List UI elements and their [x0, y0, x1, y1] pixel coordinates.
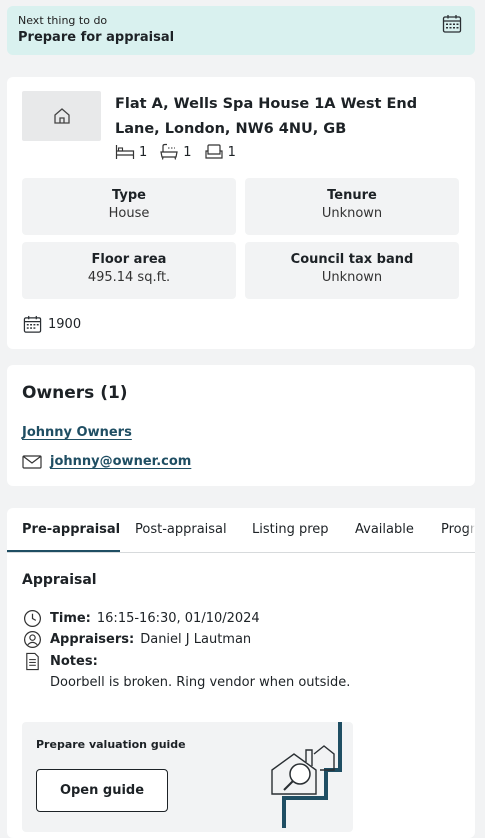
tabs-fade: [467, 508, 475, 552]
bed-icon: [115, 145, 135, 159]
tenure-label: Tenure: [327, 188, 377, 203]
tenure-value: Unknown: [321, 206, 383, 221]
time-value: 16:15-16:30, 01/10/2024: [96, 611, 260, 626]
owner-email-link[interactable]: johnny@owner.com: [50, 454, 191, 469]
year-built: 1900: [23, 315, 81, 334]
appraisal-time: Time: 16:15-16:30, 01/10/2024: [23, 609, 260, 628]
appraisers-value: Daniel J Lautman: [140, 632, 252, 647]
banner-subtitle: Next thing to do: [18, 14, 108, 27]
valuation-guide-panel: Prepare valuation guide Open guide: [22, 722, 353, 832]
user-icon: [23, 630, 42, 649]
owners-title: Owners (1): [22, 383, 128, 403]
mail-icon: [22, 454, 42, 469]
owner-email: johnny@owner.com: [22, 454, 191, 469]
workflow-tabs: Pre-appraisal Post-appraisal Listing pre…: [7, 508, 475, 553]
tab-listing-prep[interactable]: Listing prep: [252, 522, 329, 537]
receptions: 1: [204, 143, 236, 161]
notes-value: Doorbell is broken. Ring vendor when out…: [50, 675, 351, 690]
council-tax-tile: Council tax band Unknown: [245, 242, 459, 299]
property-address: Flat A, Wells Spa House 1A West End Lane…: [115, 96, 418, 137]
year-value: 1900: [48, 317, 82, 332]
type-tile: Type House: [22, 178, 236, 235]
council-tax-value: Unknown: [321, 270, 383, 285]
document-icon: [26, 652, 39, 671]
property-thumbnail[interactable]: [22, 91, 101, 141]
appraisal-title: Appraisal: [22, 572, 97, 588]
bedroom-count: 1: [139, 144, 148, 160]
notes-label: Notes:: [50, 654, 98, 669]
calendar-icon: [23, 315, 42, 333]
council-tax-label: Council tax band: [290, 252, 414, 267]
reception-count: 1: [227, 144, 236, 160]
tab-post-appraisal[interactable]: Post-appraisal: [135, 522, 227, 537]
bathroom-count: 1: [183, 144, 192, 160]
type-value: House: [108, 206, 150, 221]
appraisal-appraisers: Appraisers: Daniel J Lautman: [23, 630, 251, 649]
appraisers-label: Appraisers:: [50, 632, 135, 647]
bath-icon: [160, 143, 179, 160]
floor-area-tile: Floor area 495.14 sq.ft.: [22, 242, 236, 299]
tab-pre-appraisal[interactable]: Pre-appraisal: [22, 522, 120, 537]
bathrooms: 1: [159, 143, 192, 161]
type-label: Type: [112, 188, 146, 203]
owners-card: Owners (1) Johnny Owners johnny@owner.co…: [7, 365, 475, 486]
room-counts: 1 1 1: [115, 143, 248, 161]
bedrooms: 1: [115, 143, 147, 161]
floor-area-label: Floor area: [91, 252, 167, 267]
calendar-icon: [442, 15, 462, 33]
clock-icon: [23, 609, 42, 628]
property-card: Flat A, Wells Spa House 1A West End Lane…: [7, 77, 475, 349]
sofa-icon: [204, 144, 223, 159]
owner-name-link[interactable]: Johnny Owners: [22, 425, 132, 440]
workflow-card: Pre-appraisal Post-appraisal Listing pre…: [7, 508, 475, 838]
tab-available[interactable]: Available: [355, 522, 414, 537]
home-icon: [53, 108, 70, 124]
time-label: Time:: [50, 611, 91, 626]
house-search-illustration: [271, 722, 342, 828]
banner-title: Prepare for appraisal: [18, 30, 175, 45]
appraisal-notes: Notes:: [23, 652, 98, 671]
floor-area-value: 495.14 sq.ft.: [87, 270, 171, 285]
open-guide-button[interactable]: Open guide: [36, 769, 168, 812]
active-tab-indicator: [7, 550, 120, 552]
guide-title: Prepare valuation guide: [36, 738, 186, 751]
tenure-tile: Tenure Unknown: [245, 178, 459, 235]
next-action-banner[interactable]: Next thing to do Prepare for appraisal: [7, 6, 475, 55]
